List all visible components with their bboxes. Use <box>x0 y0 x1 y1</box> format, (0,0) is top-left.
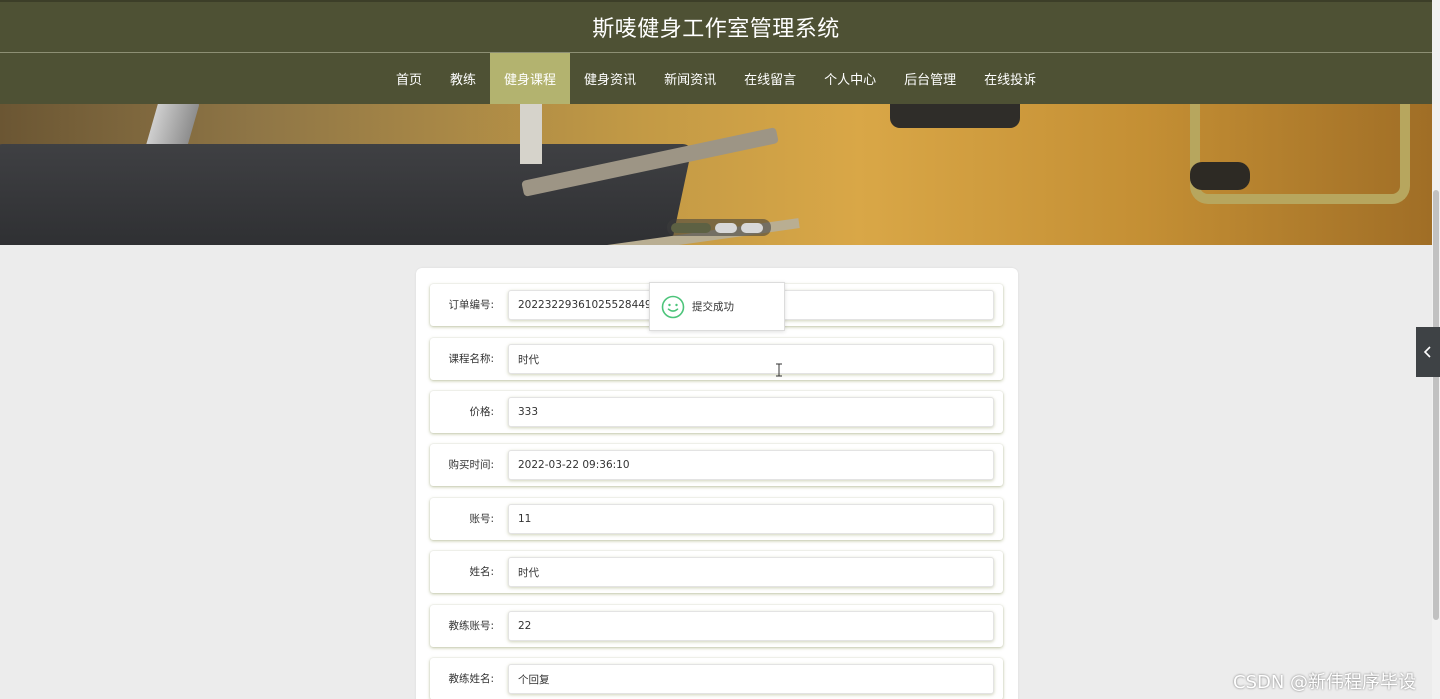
nav-item-fitness-courses[interactable]: 健身课程 <box>490 53 571 104</box>
order-number-label: 订单编号: <box>448 299 494 311</box>
nav-item-coaches[interactable]: 教练 <box>436 53 490 104</box>
banner-image-part <box>0 144 693 245</box>
coach-account-input[interactable] <box>508 611 994 641</box>
nav-item-home[interactable]: 首页 <box>382 53 436 104</box>
account-label: 账号: <box>469 513 494 525</box>
toast-message: 提交成功 <box>692 301 734 313</box>
site-header: 斯唛健身工作室管理系统 <box>0 0 1432 52</box>
form-row-price: 价格: <box>430 391 1003 433</box>
banner-image-part <box>520 104 542 164</box>
form-row-name: 姓名: <box>430 551 1003 593</box>
coach-name-input[interactable] <box>508 664 994 694</box>
chevron-left-icon <box>1423 346 1431 358</box>
form-row-coach-name: 教练姓名: <box>430 658 1003 699</box>
coach-name-label: 教练姓名: <box>448 673 494 685</box>
purchase-time-input[interactable] <box>508 450 994 480</box>
coach-account-label: 教练账号: <box>448 620 494 632</box>
page: 斯唛健身工作室管理系统 首页 教练 健身课程 健身资讯 新闻资讯 在线留言 个人… <box>0 0 1440 699</box>
watermark: CSDN @新伟程序毕设 <box>1233 672 1417 693</box>
form-row-course-name: 课程名称: <box>430 338 1003 380</box>
side-panel-toggle[interactable] <box>1416 327 1440 377</box>
price-label: 价格: <box>469 406 494 418</box>
nav-list: 首页 教练 健身课程 健身资讯 新闻资讯 在线留言 个人中心 后台管理 在线投诉 <box>382 53 1050 104</box>
form-row-account: 账号: <box>430 498 1003 540</box>
banner-image-part <box>1190 162 1250 190</box>
purchase-time-label: 购买时间: <box>448 459 494 471</box>
success-toast: 提交成功 <box>649 282 785 331</box>
main-nav: 首页 教练 健身课程 健身资讯 新闻资讯 在线留言 个人中心 后台管理 在线投诉 <box>0 52 1432 104</box>
name-label: 姓名: <box>469 566 494 578</box>
smile-icon <box>661 295 685 319</box>
site-title: 斯唛健身工作室管理系统 <box>592 17 840 42</box>
name-input[interactable] <box>508 557 994 587</box>
course-name-input[interactable] <box>508 344 994 374</box>
nav-item-complaints[interactable]: 在线投诉 <box>970 53 1050 104</box>
account-input[interactable] <box>508 504 994 534</box>
form-row-purchase-time: 购买时间: <box>430 444 1003 486</box>
order-detail-form: 订单编号: 课程名称: 价格: 购买时间: 账号: 姓名: 教练账号: 教练姓 <box>416 268 1018 699</box>
nav-item-messages[interactable]: 在线留言 <box>730 53 810 104</box>
nav-item-fitness-info[interactable]: 健身资讯 <box>570 53 650 104</box>
course-name-label: 课程名称: <box>448 353 494 365</box>
price-input[interactable] <box>508 397 994 427</box>
nav-item-personal-center[interactable]: 个人中心 <box>810 53 890 104</box>
carousel-dot-1[interactable] <box>671 222 711 233</box>
banner-image-part <box>890 104 1020 128</box>
nav-item-news[interactable]: 新闻资讯 <box>650 53 730 104</box>
carousel-indicators <box>667 219 771 236</box>
page-scrollbar-thumb[interactable] <box>1433 190 1439 620</box>
nav-item-admin[interactable]: 后台管理 <box>890 53 970 104</box>
carousel-dot-2[interactable] <box>715 222 737 233</box>
form-row-coach-account: 教练账号: <box>430 605 1003 647</box>
text-cursor-icon <box>776 363 782 377</box>
carousel-dot-3[interactable] <box>741 222 763 233</box>
